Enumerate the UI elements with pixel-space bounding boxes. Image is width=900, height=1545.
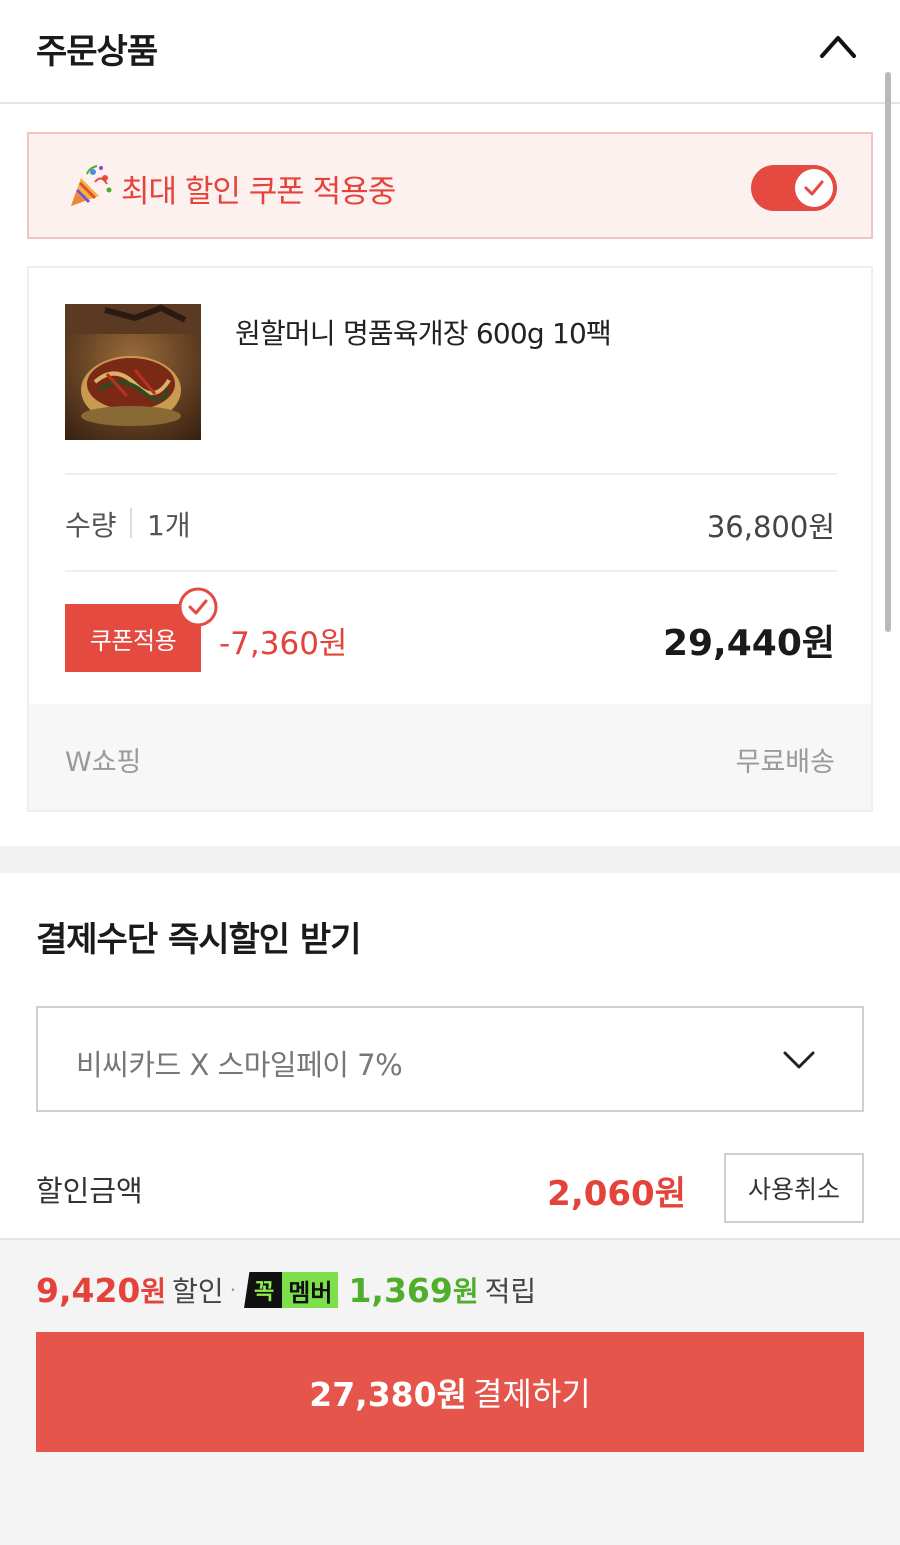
points-number: 1,369 (348, 1270, 453, 1310)
discount-word: 할인 (172, 1275, 224, 1308)
product-image (65, 304, 201, 440)
quantity-value: 1개 (147, 509, 191, 542)
payment-discount-title: 결제수단 즉시할인 받기 (36, 920, 361, 960)
discount-amount-label: 할인금액 (36, 1174, 143, 1208)
scrollbar[interactable] (885, 72, 891, 632)
final-price: 29,440원 (662, 623, 835, 664)
benefit-summary: 9,420 원 할인 · 꼭 멤버 1,369 원 적립 (36, 1268, 536, 1312)
coupon-toggle[interactable] (751, 165, 837, 211)
divider (65, 570, 837, 572)
member-badge-left: 꼭 (244, 1272, 283, 1308)
points-word: 적립 (484, 1275, 537, 1308)
member-badge-right: 멤버 (282, 1272, 339, 1308)
check-circle-icon (178, 587, 218, 627)
divider (130, 508, 132, 538)
total-discount-number: 9,420 (36, 1270, 141, 1310)
coupon-discount-amount: -7,360원 (219, 626, 348, 662)
product-card: 원할머니 명품육개장 600g 10팩 수량 1개 36,800원 쿠폰적용 -… (27, 266, 873, 812)
points-unit: 원 (452, 1275, 479, 1308)
list-price: 36,800원 (706, 510, 835, 544)
shipping-info: 무료배송 (735, 747, 835, 778)
seller-name: W쇼핑 (65, 747, 142, 778)
pay-amount: 27,380원 (309, 1375, 467, 1414)
selected-card-text: 비씨카드 X 스마일페이 7% (76, 1048, 403, 1082)
cancel-use-button[interactable]: 사용취소 (724, 1153, 864, 1223)
order-items-header: 주문상품 (0, 0, 900, 104)
chevron-down-icon (783, 1051, 815, 1069)
chevron-up-icon[interactable] (818, 28, 858, 62)
separator: · (229, 1278, 237, 1302)
total-discount-unit: 원 (140, 1275, 167, 1308)
max-coupon-banner: 최대 할인 쿠폰 적용중 (27, 132, 873, 239)
member-badge: 꼭 멤버 (244, 1272, 339, 1308)
divider (65, 473, 837, 475)
quantity-label: 수량 (65, 509, 117, 542)
seller-row: W쇼핑 무료배송 (29, 704, 871, 810)
coupon-banner-text: 최대 할인 쿠폰 적용중 (121, 174, 396, 210)
card-discount-select[interactable]: 비씨카드 X 스마일페이 7% (36, 1006, 864, 1112)
pay-button[interactable]: 27,380원 결제하기 (36, 1332, 864, 1452)
discount-amount-value: 2,060원 (547, 1174, 686, 1214)
pay-label: 결제하기 (472, 1375, 591, 1413)
product-thumbnail[interactable] (65, 304, 201, 440)
page-title: 주문상품 (36, 32, 158, 72)
product-name[interactable]: 원할머니 명품육개장 600g 10팩 (235, 312, 612, 352)
party-popper-icon (71, 165, 112, 206)
section-divider (0, 846, 900, 873)
toggle-knob (795, 169, 833, 207)
check-icon (804, 180, 824, 196)
checkout-footer: 9,420 원 할인 · 꼭 멤버 1,369 원 적립 27,380원 결제하… (0, 1238, 900, 1545)
